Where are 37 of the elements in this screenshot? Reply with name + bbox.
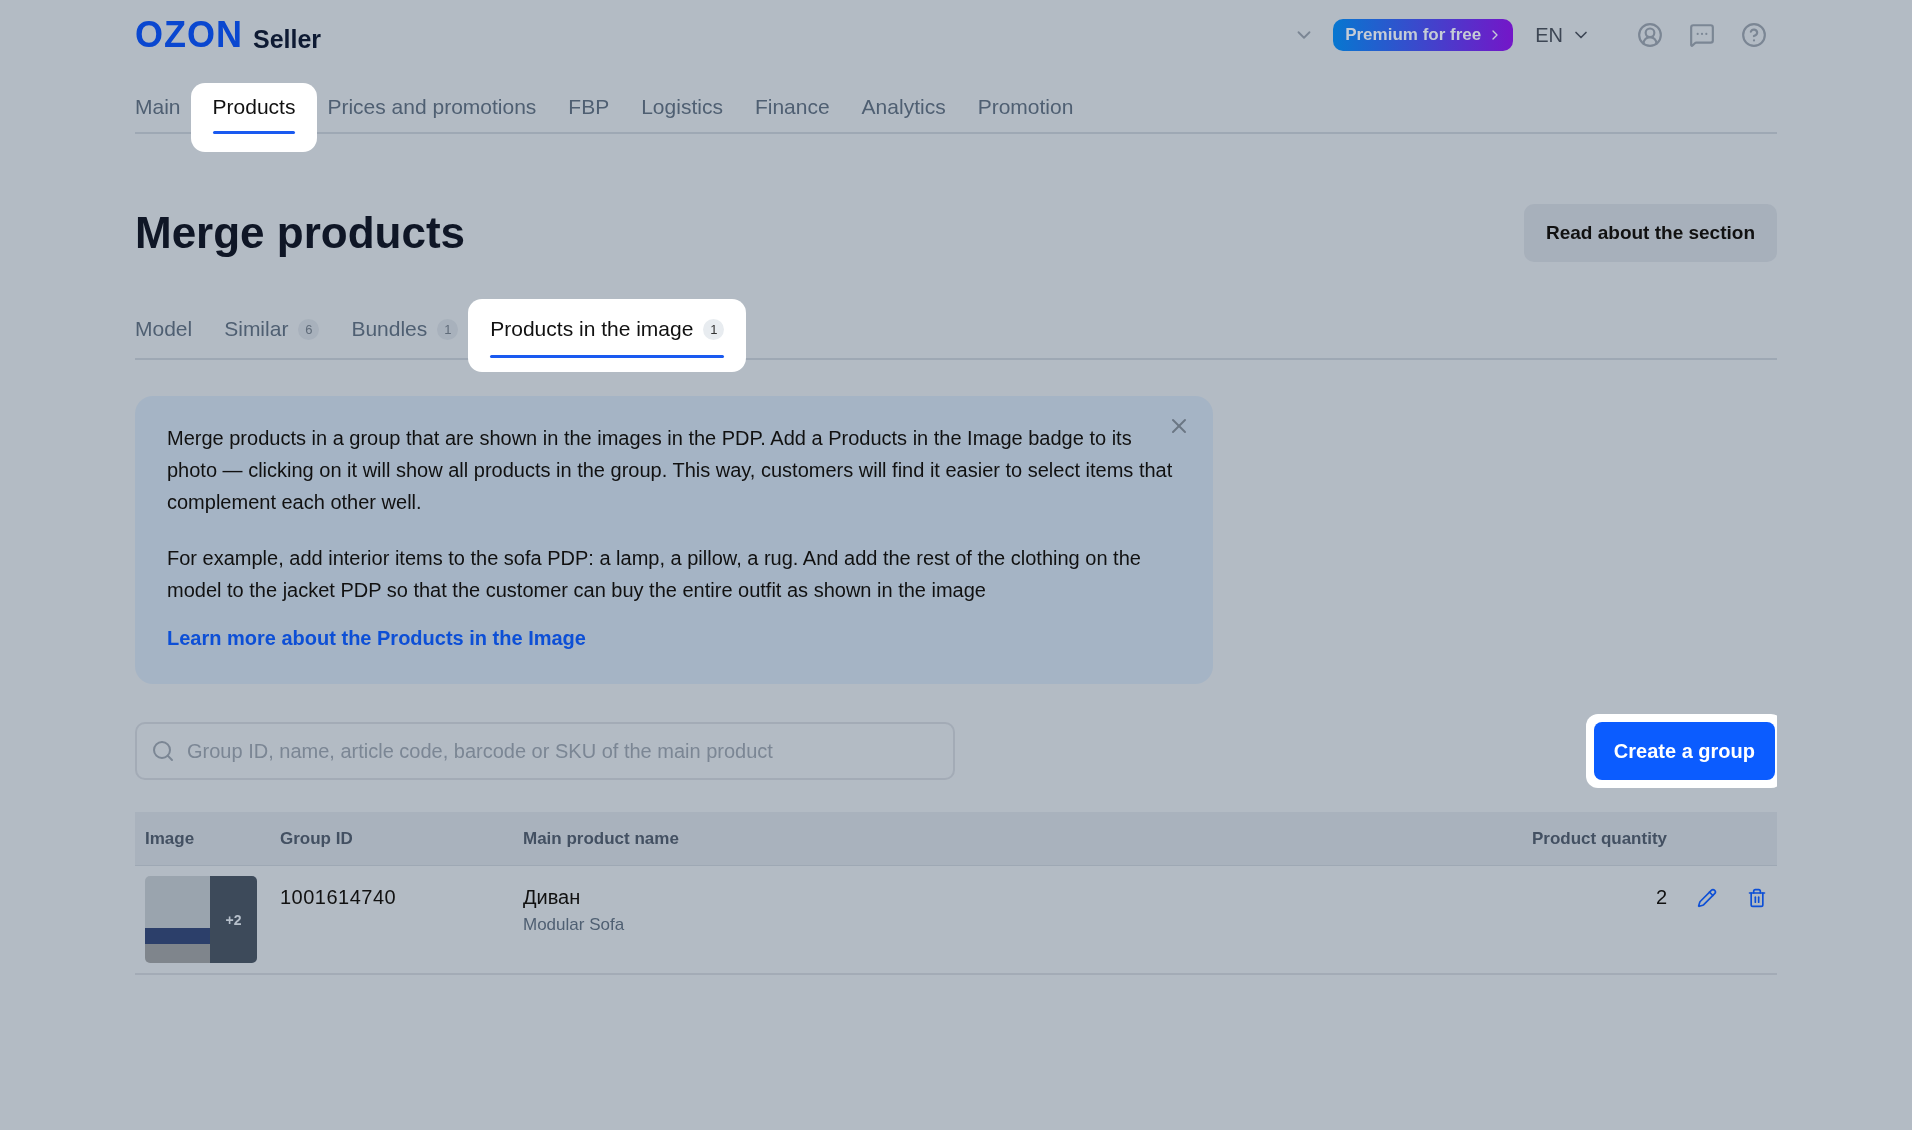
- tab[interactable]: Bundles 1: [335, 299, 475, 372]
- column-header: Product quantity: [1530, 828, 1667, 849]
- logo: OZON: [135, 14, 243, 56]
- learn-more-link[interactable]: Learn more about the Products in the Image: [167, 627, 586, 649]
- page-title: Merge products: [135, 208, 466, 258]
- group-id: 1001614740: [280, 886, 398, 910]
- tab[interactable]: Similar 6: [208, 299, 336, 372]
- create-group-button[interactable]: Create a group: [1593, 722, 1775, 780]
- nav-tab[interactable]: Logistics: [625, 83, 739, 152]
- search-icon: [151, 739, 175, 763]
- product-name: Диван: [523, 886, 582, 909]
- nav-tab[interactable]: Main: [135, 83, 197, 152]
- column-header: Main product name: [523, 828, 680, 849]
- column-header: Group ID: [280, 828, 354, 849]
- count-badge: 1: [703, 318, 725, 340]
- logo-label: Seller: [253, 24, 322, 54]
- count-badge: 6: [298, 318, 320, 340]
- nav-tab[interactable]: Prices and promotions: [311, 83, 553, 152]
- count-badge: 1: [437, 318, 459, 340]
- info-text: For example, add interior items to the sofa PDP: a lamp, a pillow, a rug. And add the rest of the clothing on the model to the jacket PDP so that the customer can buy the entire outfit as shown in the image: [167, 546, 1142, 603]
- premium-button[interactable]: Premium for free: [1333, 19, 1514, 51]
- column-header: Image: [145, 828, 196, 849]
- more-images-count: +2: [210, 876, 257, 963]
- profile-icon[interactable]: [1637, 22, 1663, 48]
- search-field[interactable]: Group ID, name, article code, barcode or SKU of the main product: [135, 722, 955, 780]
- chat-icon[interactable]: [1689, 22, 1715, 48]
- product-quantity: 2: [1654, 886, 1667, 910]
- product-subtitle: Modular Sofa: [523, 915, 626, 935]
- read-about-button[interactable]: Read about the section: [1523, 204, 1777, 262]
- tab[interactable]: Model: [135, 299, 209, 372]
- nav-tab[interactable]: Promotion: [961, 83, 1090, 152]
- info-text: Merge products in a group that are shown in the images in the PDP. Add a Products in the Image badge to its photo — clicking on it will show all products in the group. This way, customers will find it easier to select items that complement each other well.: [167, 426, 1174, 515]
- help-icon[interactable]: [1741, 22, 1767, 48]
- language-selector[interactable]: EN: [1529, 22, 1597, 48]
- nav-tab[interactable]: FBP: [552, 83, 626, 152]
- nav-tab[interactable]: Analytics: [845, 83, 962, 152]
- nav-tab[interactable]: Finance: [738, 83, 846, 152]
